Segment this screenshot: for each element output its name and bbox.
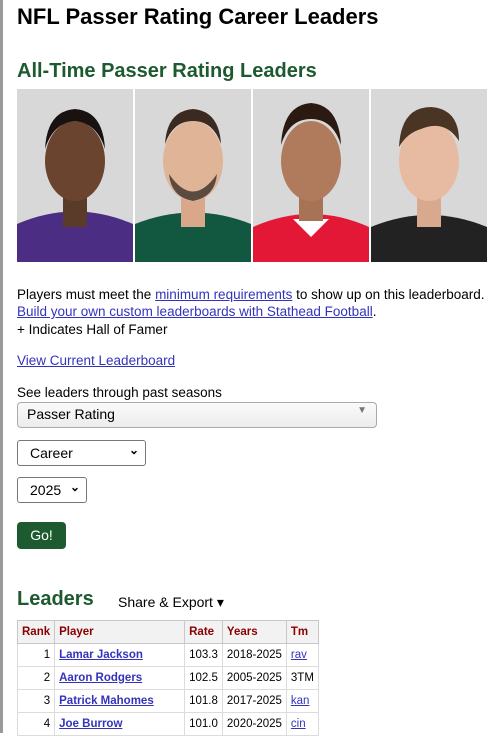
- filters-label: See leaders through past seasons: [17, 385, 222, 400]
- leaders-heading: Leaders: [17, 588, 94, 610]
- player-cell: Lamar Jackson: [54, 643, 186, 667]
- section-subtitle: All-Time Passer Rating Leaders: [17, 60, 317, 82]
- stat-select[interactable]: Passer Rating ▼: [17, 402, 377, 428]
- rank-cell: 2: [16, 666, 56, 690]
- player-headshots: [17, 89, 488, 262]
- player-link[interactable]: Lamar Jackson: [59, 649, 143, 661]
- team-link[interactable]: rav: [291, 649, 307, 661]
- requirements-suffix: to show up on this leaderboard.: [292, 287, 485, 302]
- scope-select-value: Career: [30, 445, 73, 461]
- chevron-down-icon: ▼: [357, 405, 367, 416]
- view-current-leaderboard-link[interactable]: View Current Leaderboard: [17, 353, 175, 368]
- page-title: NFL Passer Rating Career Leaders: [17, 4, 379, 29]
- rate-cell: 103.3: [184, 643, 223, 667]
- requirements-note: Players must meet the minimum requiremen…: [17, 287, 484, 302]
- stathead-link[interactable]: Build your own custom leaderboards with …: [17, 304, 373, 319]
- years-cell: 2017-2025: [221, 689, 287, 713]
- rank-cell: 3: [16, 689, 56, 713]
- player-cell: Joe Burrow: [54, 712, 186, 736]
- table-row: 2 Aaron Rodgers 102.5 2005-2025 3TM: [16, 666, 319, 690]
- player-cell: Patrick Mahomes: [54, 689, 186, 713]
- stat-select-value: Passer Rating: [27, 406, 115, 422]
- team-link[interactable]: cin: [291, 718, 306, 730]
- view-current-note: View Current Leaderboard: [17, 353, 175, 368]
- table-header-row: Rank Player Rate Years Tm: [16, 620, 319, 644]
- player-link[interactable]: Aaron Rodgers: [59, 672, 142, 684]
- year-select[interactable]: 2025 ⌄: [17, 477, 87, 503]
- headshot-patrick-mahomes[interactable]: [253, 89, 369, 262]
- requirements-prefix: Players must meet the: [17, 287, 156, 302]
- rate-cell: 102.5: [184, 666, 223, 690]
- years-cell: 2005-2025: [221, 666, 287, 690]
- hall-of-fame-note: + Indicates Hall of Famer: [17, 322, 168, 337]
- table-row: 1 Lamar Jackson 103.3 2018-2025 rav: [16, 643, 319, 667]
- column-header-team[interactable]: Tm: [285, 620, 319, 644]
- team-cell: cin: [285, 712, 319, 736]
- left-border: [0, 0, 3, 733]
- years-cell: 2020-2025: [221, 712, 287, 736]
- team-cell: 3TM: [285, 666, 319, 690]
- minimum-requirements-link[interactable]: minimum requirements: [155, 287, 292, 302]
- table-row: 4 Joe Burrow 101.0 2020-2025 cin: [16, 712, 319, 736]
- player-link[interactable]: Patrick Mahomes: [59, 695, 154, 707]
- headshot-lamar-jackson[interactable]: [17, 89, 133, 262]
- team-cell: rav: [285, 643, 319, 667]
- share-export-menu[interactable]: Share & Export ▾: [118, 594, 224, 611]
- table-row: 3 Patrick Mahomes 101.8 2017-2025 kan: [16, 689, 319, 713]
- column-header-player[interactable]: Player: [54, 620, 186, 644]
- rate-cell: 101.0: [184, 712, 223, 736]
- stathead-note: Build your own custom leaderboards with …: [17, 304, 376, 319]
- years-cell: 2018-2025: [221, 643, 287, 667]
- go-button[interactable]: Go!: [17, 522, 66, 549]
- team-link[interactable]: kan: [291, 695, 310, 707]
- player-link[interactable]: Joe Burrow: [59, 718, 122, 730]
- rank-cell: 4: [16, 712, 56, 736]
- rank-cell: 1: [16, 643, 56, 667]
- scope-select[interactable]: Career ⌄: [17, 440, 146, 466]
- headshot-aaron-rodgers[interactable]: [135, 89, 251, 262]
- column-header-rate[interactable]: Rate: [184, 620, 223, 644]
- column-header-rank[interactable]: Rank: [16, 620, 56, 644]
- year-select-value: 2025: [30, 482, 62, 498]
- stathead-suffix: .: [372, 304, 377, 319]
- chevron-down-icon: ⌄: [128, 443, 139, 457]
- column-header-years[interactable]: Years: [221, 620, 287, 644]
- player-cell: Aaron Rodgers: [54, 666, 186, 690]
- rate-cell: 101.8: [184, 689, 223, 713]
- chevron-down-icon: ⌄: [69, 480, 80, 494]
- team-cell: kan: [285, 689, 319, 713]
- headshot-joe-burrow[interactable]: [371, 89, 487, 262]
- leaders-table: Rank Player Rate Years Tm 1 Lamar Jackso…: [16, 620, 319, 736]
